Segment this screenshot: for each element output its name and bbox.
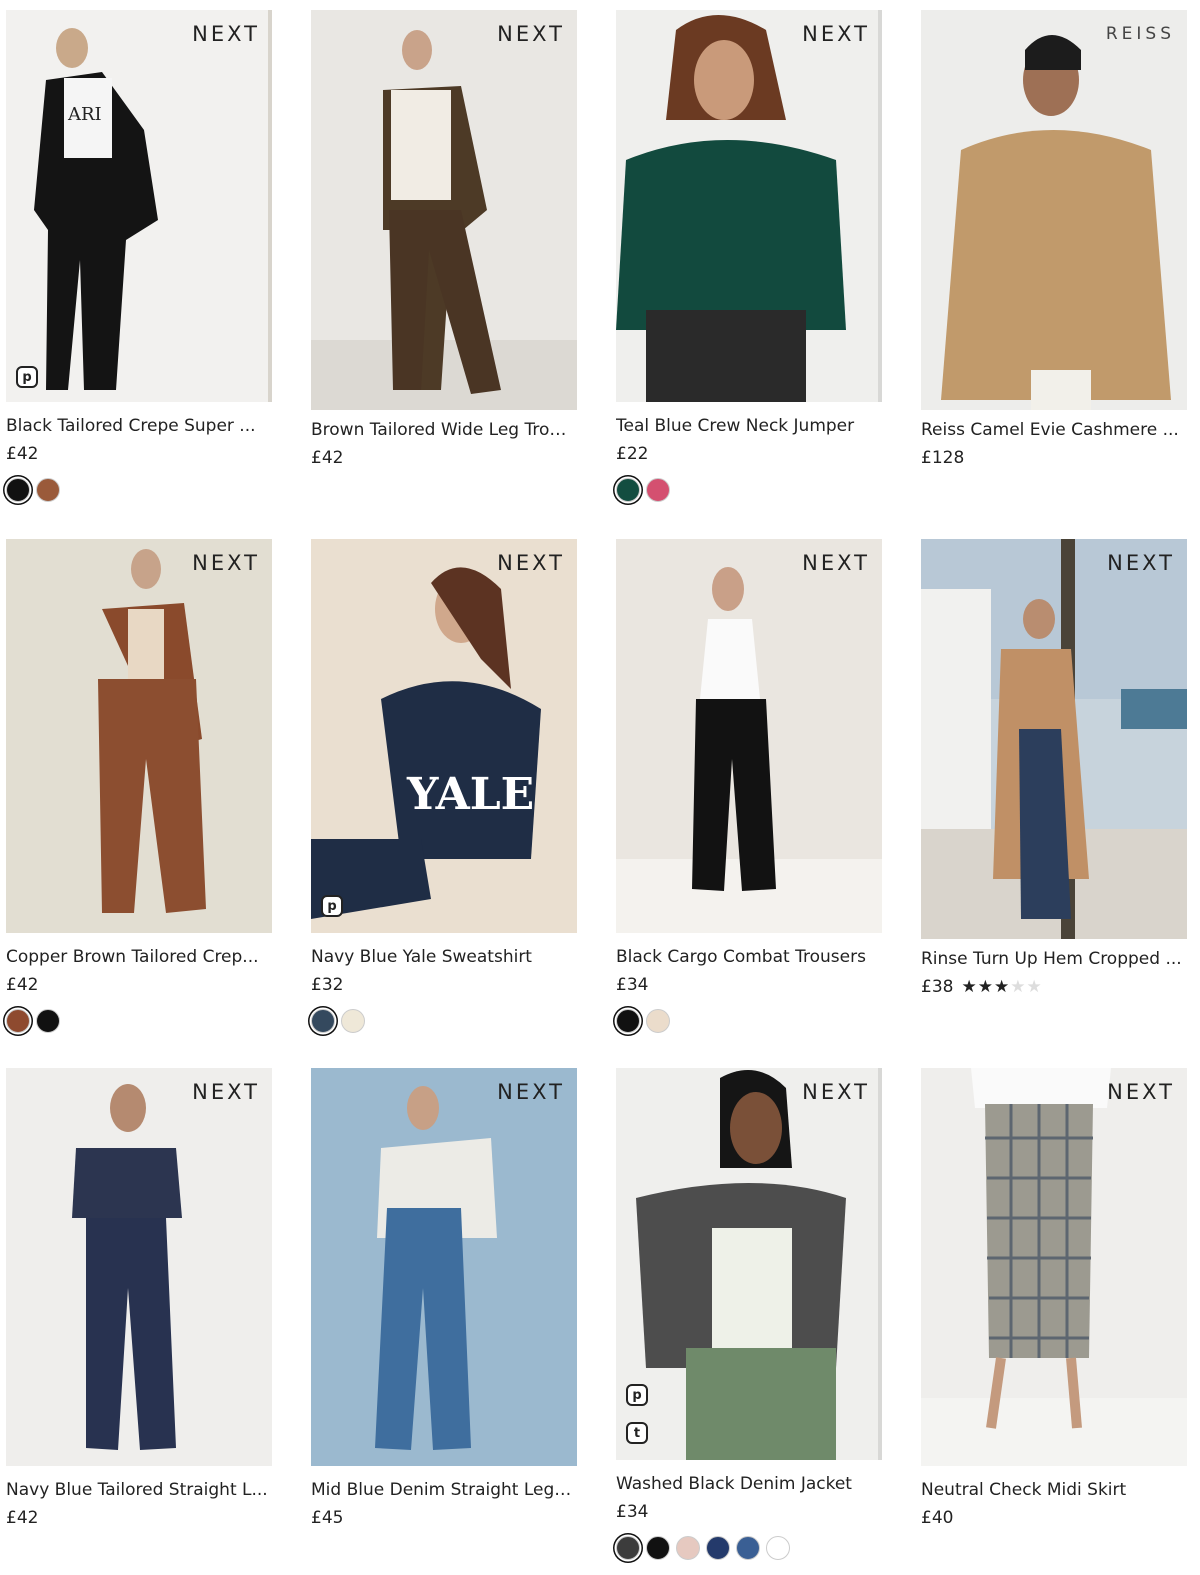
product-card[interactable]: NEXT Neutral Check Midi Skirt £40 — [921, 1068, 1193, 1528]
product-title[interactable]: Brown Tailored Wide Leg Trou... — [311, 420, 573, 440]
tryon-icon[interactable]: t — [626, 1422, 648, 1444]
product-card[interactable]: NEXT Brown Tailored Wide Leg Trou... £42 — [311, 10, 583, 468]
product-title[interactable]: Copper Brown Tailored Crep... — [6, 947, 268, 967]
product-card[interactable]: NEXT p t Washed Black Denim Jacket £34 — [616, 1068, 888, 1560]
color-swatches — [616, 1009, 888, 1033]
product-image[interactable]: NEXT p t — [616, 1068, 882, 1460]
color-swatch[interactable] — [6, 1009, 30, 1033]
product-card[interactable]: NEXT Rinse Turn Up Hem Cropped ... £38 ★… — [921, 539, 1193, 997]
brand-logo: NEXT — [1107, 1080, 1175, 1104]
color-swatch[interactable] — [646, 478, 670, 502]
color-swatch[interactable] — [706, 1536, 730, 1560]
product-image[interactable]: NEXT — [616, 539, 882, 933]
brand-logo: REISS — [1105, 24, 1175, 44]
product-image[interactable]: NEXT — [616, 10, 882, 402]
color-swatch[interactable] — [36, 478, 60, 502]
product-price: £38 — [921, 977, 954, 997]
product-title[interactable]: Black Cargo Combat Trousers — [616, 947, 878, 967]
product-price: £40 — [921, 1508, 954, 1528]
product-image[interactable]: ARI NEXT p — [6, 10, 272, 402]
product-title[interactable]: Reiss Camel Evie Cashmere ... — [921, 420, 1183, 440]
star-empty-icon: ★ — [1010, 977, 1027, 997]
star-rating: ★★★★★ — [961, 977, 1042, 997]
product-card[interactable]: NEXT Black Cargo Combat Trousers £34 — [616, 539, 888, 1033]
product-card[interactable]: REISS Reiss Camel Evie Cashmere ... £128 — [921, 10, 1193, 468]
product-image[interactable]: NEXT — [921, 1068, 1187, 1466]
play-icon[interactable]: p — [626, 1384, 648, 1406]
color-swatches — [6, 478, 278, 502]
product-title[interactable]: Rinse Turn Up Hem Cropped ... — [921, 949, 1183, 969]
color-swatch[interactable] — [616, 478, 640, 502]
color-swatch[interactable] — [646, 1009, 670, 1033]
brand-logo: NEXT — [802, 551, 870, 575]
brand-logo: NEXT — [802, 1080, 870, 1104]
color-swatch[interactable] — [736, 1536, 760, 1560]
brand-logo: NEXT — [802, 22, 870, 46]
product-price: £42 — [6, 975, 39, 995]
svg-text:YALE: YALE — [406, 769, 534, 820]
star-empty-icon: ★ — [1026, 977, 1043, 997]
product-price: £32 — [311, 975, 344, 995]
color-swatches — [311, 1009, 583, 1033]
product-price: £34 — [616, 1502, 649, 1522]
product-title[interactable]: Navy Blue Yale Sweatshirt — [311, 947, 573, 967]
color-swatches — [616, 1536, 888, 1560]
product-title[interactable]: Washed Black Denim Jacket — [616, 1474, 878, 1494]
product-price: £42 — [311, 448, 344, 468]
product-price: £42 — [6, 444, 39, 464]
product-image[interactable]: NEXT — [6, 1068, 272, 1466]
play-icon[interactable]: p — [321, 895, 343, 917]
color-swatch[interactable] — [311, 1009, 335, 1033]
brand-logo: NEXT — [1107, 551, 1175, 575]
brand-logo: NEXT — [497, 551, 565, 575]
color-swatch[interactable] — [676, 1536, 700, 1560]
color-swatch[interactable] — [766, 1536, 790, 1560]
product-title[interactable]: Navy Blue Tailored Straight L... — [6, 1480, 268, 1500]
product-card[interactable]: NEXT Navy Blue Tailored Straight L... £4… — [6, 1068, 278, 1528]
product-image[interactable]: NEXT — [6, 539, 272, 933]
product-title[interactable]: Black Tailored Crepe Super ... — [6, 416, 268, 436]
product-price: £34 — [616, 975, 649, 995]
product-card[interactable]: YALE NEXT p Navy Blue Yale Sweatshirt £3… — [311, 539, 583, 1033]
product-title[interactable]: Mid Blue Denim Straight Leg ... — [311, 1480, 573, 1500]
product-card[interactable]: ARI NEXT p Black Tailored Crepe Super ..… — [6, 10, 278, 502]
brand-logo: NEXT — [497, 22, 565, 46]
product-price: £22 — [616, 444, 649, 464]
star-filled-icon: ★ — [977, 977, 994, 997]
product-image[interactable]: NEXT — [311, 1068, 577, 1466]
product-image[interactable]: NEXT — [311, 10, 577, 410]
color-swatch[interactable] — [616, 1009, 640, 1033]
product-price: £45 — [311, 1508, 344, 1528]
product-title[interactable]: Neutral Check Midi Skirt — [921, 1480, 1183, 1500]
play-icon[interactable]: p — [16, 366, 38, 388]
color-swatch[interactable] — [646, 1536, 670, 1560]
color-swatch[interactable] — [6, 478, 30, 502]
color-swatches — [616, 478, 888, 502]
product-card[interactable]: NEXT Copper Brown Tailored Crep... £42 — [6, 539, 278, 1033]
color-swatch[interactable] — [36, 1009, 60, 1033]
product-grid: ARI NEXT p Black Tailored Crepe Super ..… — [0, 0, 1200, 1575]
brand-logo: NEXT — [192, 551, 260, 575]
product-price: £128 — [921, 448, 965, 468]
color-swatch[interactable] — [341, 1009, 365, 1033]
color-swatch[interactable] — [616, 1536, 640, 1560]
product-card[interactable]: NEXT Teal Blue Crew Neck Jumper £22 — [616, 10, 888, 502]
brand-logo: NEXT — [192, 22, 260, 46]
price-rating-row: £38 ★★★★★ — [921, 977, 1193, 997]
color-swatches — [6, 1009, 278, 1033]
brand-logo: NEXT — [192, 1080, 260, 1104]
product-image[interactable]: NEXT — [921, 539, 1187, 939]
svg-text:ARI: ARI — [67, 104, 102, 125]
product-card[interactable]: NEXT Mid Blue Denim Straight Leg ... £45 — [311, 1068, 583, 1528]
product-title[interactable]: Teal Blue Crew Neck Jumper — [616, 416, 878, 436]
product-image[interactable]: YALE NEXT p — [311, 539, 577, 933]
star-filled-icon: ★ — [961, 977, 978, 997]
product-image[interactable]: REISS — [921, 10, 1187, 410]
star-filled-icon: ★ — [993, 977, 1011, 997]
product-price: £42 — [6, 1508, 39, 1528]
brand-logo: NEXT — [497, 1080, 565, 1104]
